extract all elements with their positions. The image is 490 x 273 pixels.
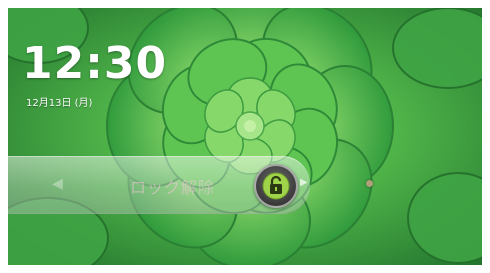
unlock-hint-text: ロック解除: [130, 178, 216, 197]
clock-time: 12:30: [22, 38, 168, 89]
lock-screen: 12:30 12月13日 (月) ◀ ロック解除 ▶: [8, 8, 482, 265]
clock-date: 12月13日 (月): [26, 98, 93, 109]
unlock-padlock-icon: [262, 172, 290, 200]
unlock-slider-handle[interactable]: [254, 164, 298, 208]
unlock-target-dot: [366, 180, 373, 187]
slider-right-arrow-icon: ▶: [300, 177, 308, 188]
slider-left-arrow-icon: ◀: [52, 176, 63, 192]
